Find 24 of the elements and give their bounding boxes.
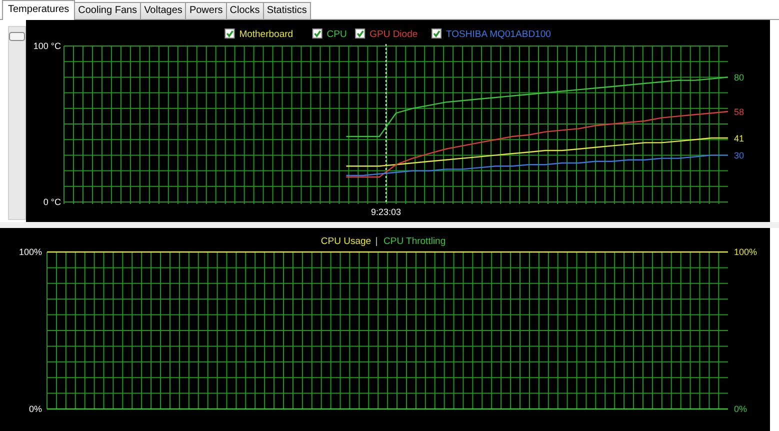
legend-label: GPU Diode [370,29,418,40]
axis-label: 100% [734,247,758,257]
tab[interactable]: Statistics [262,2,311,19]
legend-label: CPU Usage [320,236,372,247]
axis-label: 0 °C [43,197,61,207]
axis-label: 0% [28,404,42,414]
legend-label: CPU Throttling [384,236,446,247]
tab[interactable]: Temperatures [2,0,76,20]
value-label: 58 [734,107,744,118]
legend-label: CPU [326,29,347,40]
axis-label: 0% [734,404,748,414]
tab[interactable]: Powers [185,2,227,19]
legend-label: Motherboard [239,29,294,40]
tab[interactable]: Cooling Fans [74,2,142,19]
legend-separator: | [375,236,378,247]
axis-label: 100% [18,247,42,257]
axis-label: 100 °C [33,41,61,51]
legend-label: TOSHIBA MQ01ABD100 [446,29,551,40]
value-label: 41 [734,134,744,144]
tab[interactable]: Voltages [140,2,186,19]
time-label: 9:23:03 [371,207,402,217]
tab[interactable]: Clocks [226,2,264,19]
value-label: 80 [734,72,744,83]
value-label: 30 [734,150,744,161]
